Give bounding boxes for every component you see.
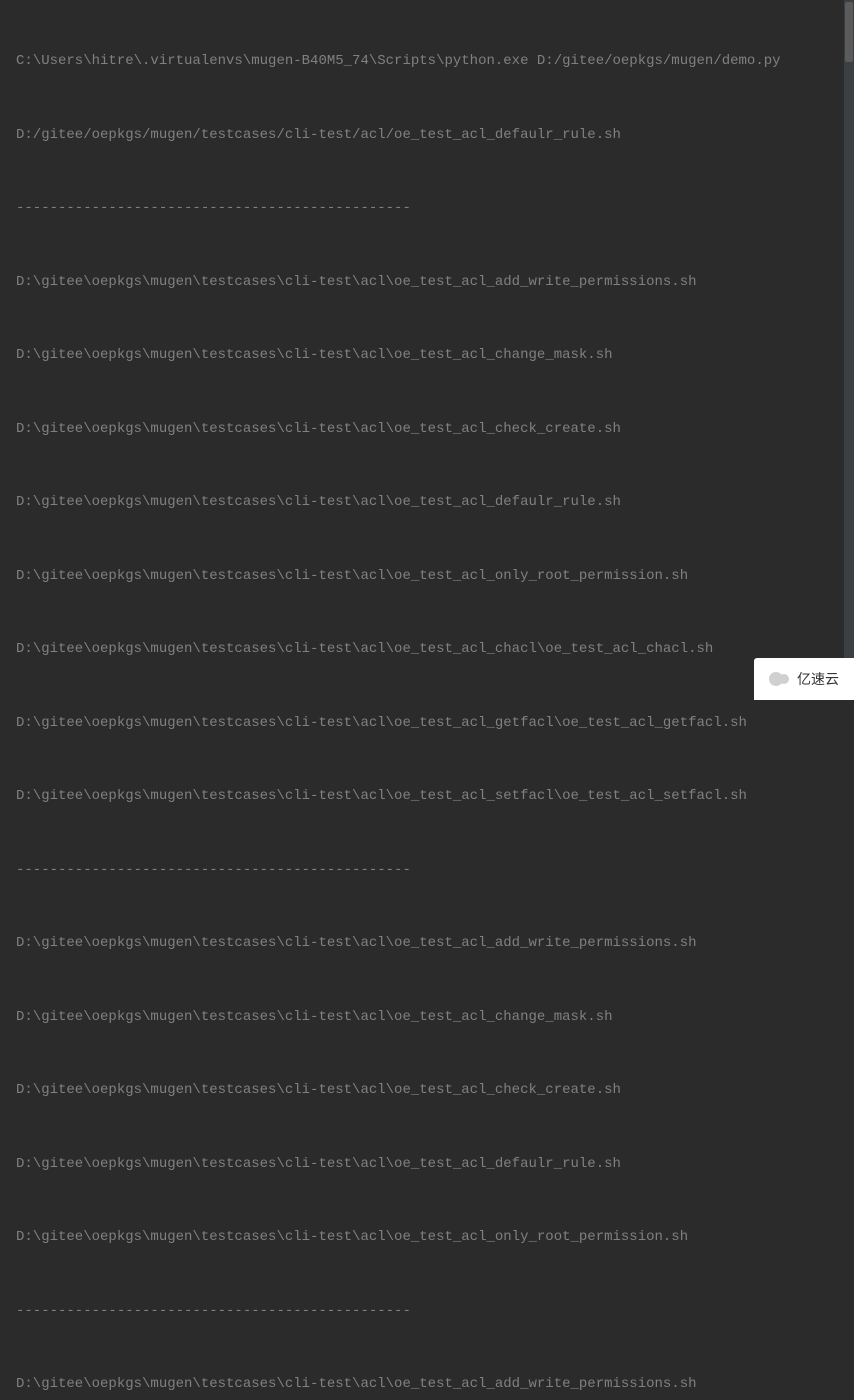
output-line: D:\gitee\oepkgs\mugen\testcases\cli-test… [16,931,854,956]
output-line: ----------------------------------------… [16,858,854,883]
output-line: D:\gitee\oepkgs\mugen\testcases\cli-test… [16,343,854,368]
output-line: D:\gitee\oepkgs\mugen\testcases\cli-test… [16,784,854,809]
output-line: D:\gitee\oepkgs\mugen\testcases\cli-test… [16,564,854,589]
output-line: D:\gitee\oepkgs\mugen\testcases\cli-test… [16,417,854,442]
output-line: D:\gitee\oepkgs\mugen\testcases\cli-test… [16,1152,854,1177]
output-line: D:/gitee/oepkgs/mugen/testcases/cli-test… [16,123,854,148]
output-line: D:\gitee\oepkgs\mugen\testcases\cli-test… [16,270,854,295]
output-line: D:\gitee\oepkgs\mugen\testcases\cli-test… [16,711,854,736]
output-line: D:\gitee\oepkgs\mugen\testcases\cli-test… [16,1005,854,1030]
terminal-output[interactable]: C:\Users\hitre\.virtualenvs\mugen-B40M5_… [0,0,854,1400]
output-line: D:\gitee\oepkgs\mugen\testcases\cli-test… [16,1225,854,1250]
scrollbar-thumb[interactable] [845,2,853,62]
watermark-badge: 亿速云 [754,658,854,700]
output-line: ----------------------------------------… [16,1299,854,1324]
cloud-icon [769,672,791,686]
output-line: D:\gitee\oepkgs\mugen\testcases\cli-test… [16,490,854,515]
vertical-scrollbar[interactable] [844,0,854,700]
output-line: D:\gitee\oepkgs\mugen\testcases\cli-test… [16,1372,854,1397]
output-line: D:\gitee\oepkgs\mugen\testcases\cli-test… [16,1078,854,1103]
watermark-text: 亿速云 [797,667,839,692]
output-line: C:\Users\hitre\.virtualenvs\mugen-B40M5_… [16,49,854,74]
output-line: ----------------------------------------… [16,196,854,221]
output-line: D:\gitee\oepkgs\mugen\testcases\cli-test… [16,637,854,662]
